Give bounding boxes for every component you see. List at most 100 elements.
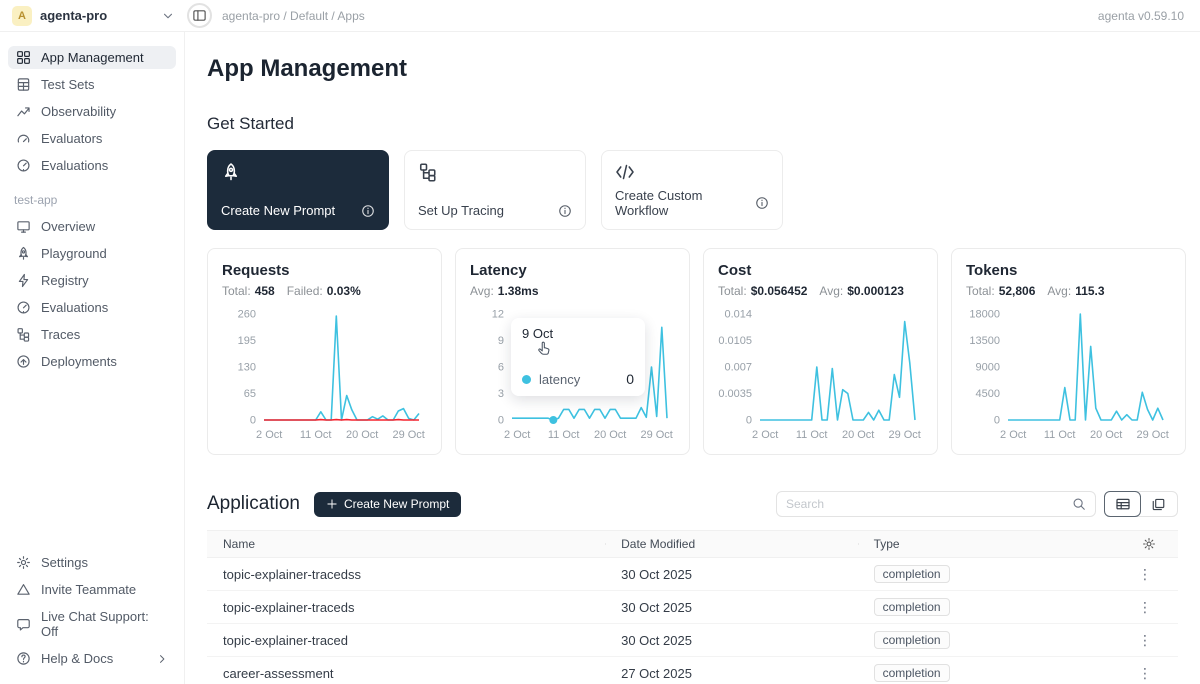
info-icon — [361, 204, 375, 218]
table-row[interactable]: topic-explainer-traceds30 Oct 2025comple… — [207, 591, 1178, 624]
create-new-prompt-button[interactable]: Create New Prompt — [314, 492, 461, 517]
column-header-date-modified[interactable]: Date Modified — [605, 537, 857, 551]
grid-icon — [16, 50, 31, 65]
svg-text:9000: 9000 — [976, 362, 1000, 374]
card-label: Create Custom Workflow — [615, 188, 755, 218]
app-name-cell: topic-explainer-traceds — [207, 600, 605, 615]
sidebar-main-menu: App Management Test Sets Observability Eval… — [8, 46, 176, 181]
svg-text:0.007: 0.007 — [724, 362, 752, 374]
svg-text:130: 130 — [238, 362, 256, 374]
card-view-icon — [1151, 497, 1166, 512]
gauge-icon — [16, 131, 31, 146]
rocket-icon — [221, 162, 375, 182]
info-icon — [558, 204, 572, 218]
column-header-name[interactable]: Name — [207, 537, 605, 551]
svg-text:29 Oct: 29 Oct — [1136, 429, 1168, 441]
tree-icon — [16, 327, 31, 342]
table-row[interactable]: topic-explainer-traced30 Oct 2025complet… — [207, 624, 1178, 657]
svg-text:2 Oct: 2 Oct — [504, 429, 530, 441]
sidebar-item-deployments[interactable]: Deployments — [8, 350, 176, 373]
sidebar-item-settings[interactable]: Settings — [8, 551, 176, 574]
sidebar-item-label: App Management — [41, 50, 144, 65]
sidebar-item-invite-teammate[interactable]: Invite Teammate — [8, 578, 176, 601]
sidebar-item-label: Traces — [41, 327, 80, 342]
table-header: Name Date Modified Type — [207, 530, 1178, 558]
stat-title: Latency — [470, 262, 675, 279]
svg-text:12: 12 — [492, 309, 504, 321]
app-name-cell: topic-explainer-traced — [207, 633, 605, 648]
sidebar-item-label: Registry — [41, 273, 89, 288]
svg-text:29 Oct: 29 Oct — [888, 429, 920, 441]
date-modified-cell: 27 Oct 2025 — [605, 666, 857, 681]
svg-text:0: 0 — [498, 415, 504, 427]
page-title: App Management — [207, 55, 1178, 83]
tooltip-date: 9 Oct — [522, 326, 634, 341]
svg-text:20 Oct: 20 Oct — [842, 429, 874, 441]
tokens-chart[interactable]: 04500900013500180002 Oct11 Oct20 Oct29 O… — [966, 304, 1171, 446]
sidebar-item-registry[interactable]: Registry — [8, 269, 176, 292]
stat-summary: Total:$0.056452Avg:$0.000123 — [718, 284, 923, 298]
table-row[interactable]: topic-explainer-tracedss30 Oct 2025compl… — [207, 558, 1178, 591]
get-started-card-set-up-tracing[interactable]: Set Up Tracing — [404, 150, 586, 230]
svg-text:2 Oct: 2 Oct — [752, 429, 778, 441]
app-version: agenta v0.59.10 — [1098, 9, 1200, 23]
code-icon — [615, 162, 769, 182]
workspace-selector[interactable]: A agenta-pro — [0, 6, 185, 26]
svg-text:11 Oct: 11 Oct — [300, 429, 332, 441]
svg-text:11 Oct: 11 Oct — [796, 429, 828, 441]
sidebar-item-evaluations[interactable]: Evaluations — [8, 154, 176, 177]
svg-text:0.0105: 0.0105 — [718, 335, 752, 347]
chevron-right-icon — [156, 653, 168, 665]
svg-text:0.014: 0.014 — [724, 309, 752, 321]
sidebar-item-help-docs[interactable]: Help & Docs — [8, 647, 176, 670]
sidebar-item-label: Settings — [41, 555, 88, 570]
sidebar-item-app-management[interactable]: App Management — [8, 46, 176, 69]
gear-icon — [16, 555, 31, 570]
column-header-type[interactable]: Type — [858, 537, 1101, 551]
tooltip-series-label: latency — [539, 372, 580, 387]
breadcrumb[interactable]: agenta-pro / Default / Apps — [222, 9, 365, 23]
table-row[interactable]: career-assessment27 Oct 2025completion⋮ — [207, 657, 1178, 684]
get-started-card-create-custom-workflow[interactable]: Create Custom Workflow — [601, 150, 783, 230]
stat-title: Tokens — [966, 262, 1171, 279]
row-menu-button[interactable]: ⋮ — [1100, 632, 1178, 649]
sidebar-item-evaluators[interactable]: Evaluators — [8, 127, 176, 150]
table-tools — [776, 491, 1178, 517]
sidebar-item-live-chat-support-off[interactable]: Live Chat Support: Off — [8, 605, 176, 643]
cost-chart[interactable]: 00.00350.0070.01050.0142 Oct11 Oct20 Oct… — [718, 304, 923, 446]
row-menu-button[interactable]: ⋮ — [1100, 566, 1178, 583]
requests-chart[interactable]: 0651301952602 Oct11 Oct20 Oct29 Oct — [222, 304, 427, 446]
application-heading: Application — [207, 493, 300, 515]
date-modified-cell: 30 Oct 2025 — [605, 567, 857, 582]
sidebar-item-test-sets[interactable]: Test Sets — [8, 73, 176, 96]
sidebar-item-evaluations[interactable]: Evaluations — [8, 296, 176, 319]
stat-card-cost: CostTotal:$0.056452Avg:$0.00012300.00350… — [703, 248, 938, 455]
gear-icon — [1142, 537, 1156, 551]
sidebar-item-traces[interactable]: Traces — [8, 323, 176, 346]
svg-text:0: 0 — [250, 415, 256, 427]
tree-icon — [418, 162, 572, 182]
svg-text:9: 9 — [498, 335, 504, 347]
row-menu-button[interactable]: ⋮ — [1100, 599, 1178, 616]
tooltip-series-row: latency 0 — [522, 371, 634, 387]
sidebar-item-label: Test Sets — [41, 77, 94, 92]
search-input[interactable] — [786, 497, 1072, 511]
sidebar-item-label: Deployments — [41, 354, 117, 369]
table-view-button[interactable] — [1104, 491, 1141, 517]
svg-text:195: 195 — [238, 335, 256, 347]
sidebar-item-observability[interactable]: Observability — [8, 100, 176, 123]
svg-text:11 Oct: 11 Oct — [1044, 429, 1076, 441]
get-started-card-create-new-prompt[interactable]: Create New Prompt — [207, 150, 389, 230]
sidebar-collapse-button[interactable] — [187, 3, 212, 28]
chat-icon — [16, 617, 31, 632]
card-view-button[interactable] — [1140, 492, 1177, 516]
sidebar-item-playground[interactable]: Playground — [8, 242, 176, 265]
table-view-icon — [1115, 496, 1131, 512]
lightning-icon — [16, 273, 31, 288]
svg-text:18000: 18000 — [969, 309, 1000, 321]
sidebar-item-overview[interactable]: Overview — [8, 215, 176, 238]
stat-title: Requests — [222, 262, 427, 279]
row-menu-button[interactable]: ⋮ — [1100, 665, 1178, 682]
table-settings-button[interactable] — [1100, 537, 1178, 551]
stat-summary: Total:52,806Avg:115.3 — [966, 284, 1171, 298]
